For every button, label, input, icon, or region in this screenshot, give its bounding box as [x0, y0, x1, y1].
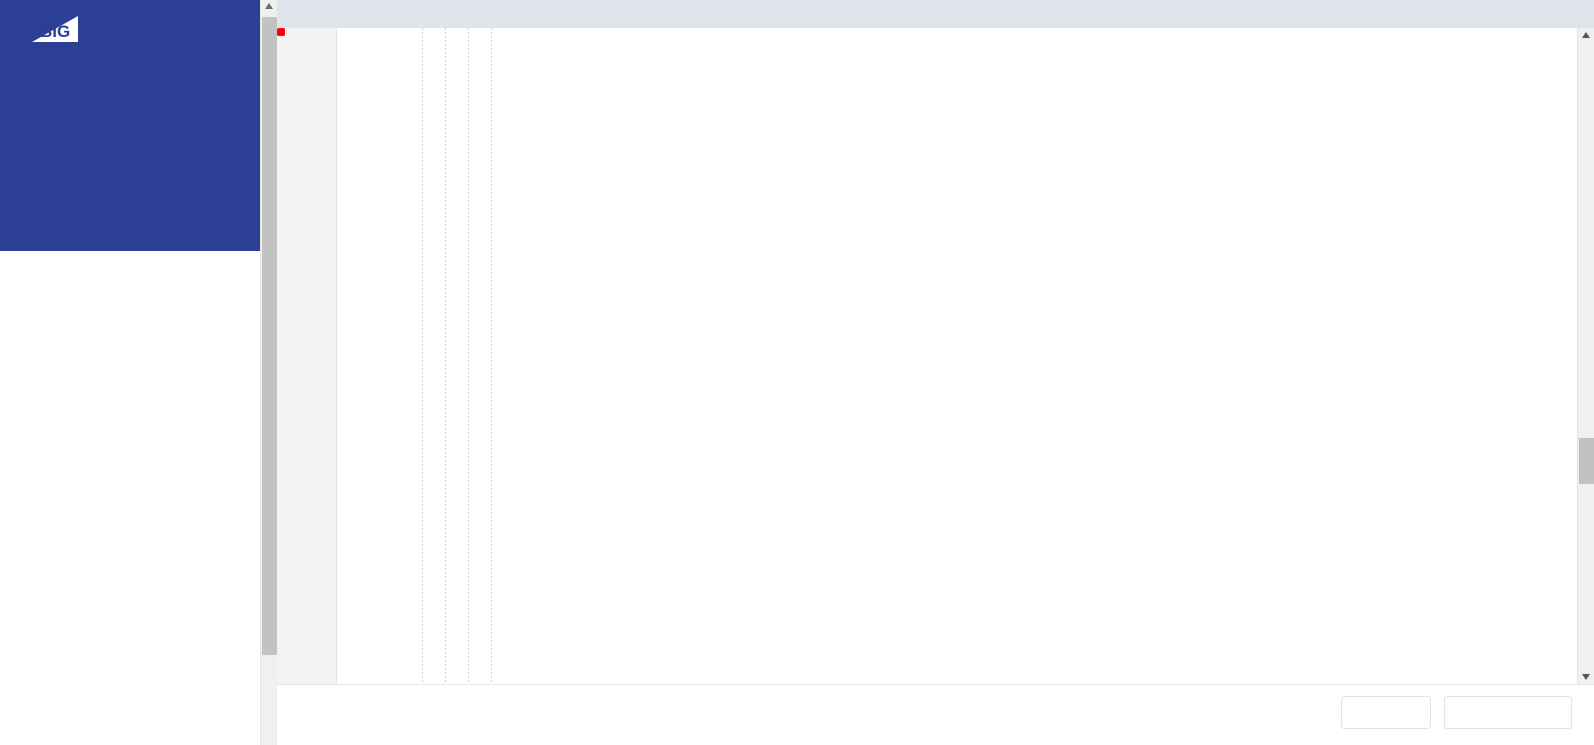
editor-scrollbar[interactable]: [1577, 28, 1594, 684]
save-file-button[interactable]: [1341, 696, 1431, 729]
theme-file-editor-page: BIG: [0, 0, 1594, 745]
indent-guides: [397, 28, 697, 684]
sidebar-scroll-thumb[interactable]: [262, 17, 277, 655]
sidebar-scrollbar[interactable]: [260, 0, 277, 745]
line-number-gutter: [277, 28, 337, 684]
main-panel: [277, 0, 1594, 745]
editor-scroll-thumb[interactable]: [1579, 438, 1594, 484]
code-content[interactable]: [337, 28, 1594, 684]
bigcommerce-logo: BIG: [30, 14, 86, 44]
svg-text:BIG: BIG: [40, 22, 70, 41]
editor-tabbar: [277, 0, 1594, 28]
editor-scroll-up-arrow-icon[interactable]: [1582, 32, 1590, 38]
bigcommerce-mark-icon: BIG: [30, 14, 88, 44]
save-all-files-button[interactable]: [1444, 696, 1572, 729]
editor-footer: [277, 684, 1594, 745]
sidebar-header: BIG: [0, 0, 277, 251]
code-editor[interactable]: [277, 28, 1594, 684]
sidebar: BIG: [0, 0, 277, 745]
editor-scroll-down-arrow-icon[interactable]: [1582, 674, 1590, 680]
scroll-up-arrow-icon[interactable]: [265, 3, 273, 9]
